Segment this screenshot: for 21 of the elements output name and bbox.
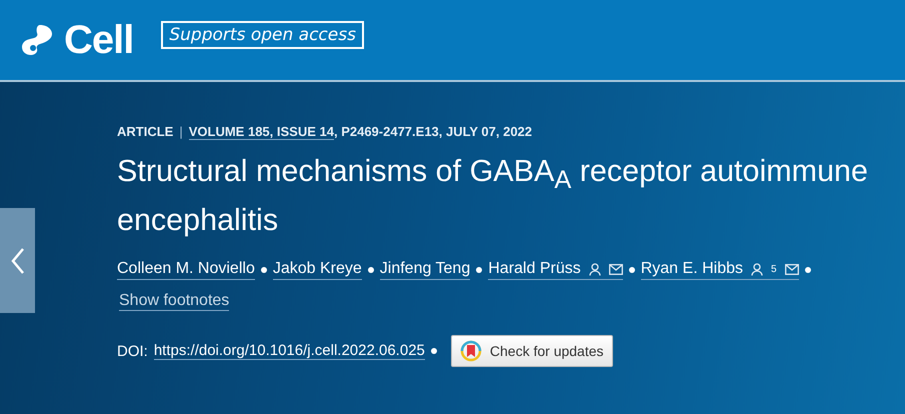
mail-icon[interactable]: [608, 264, 623, 275]
logo-text[interactable]: Cell: [64, 18, 134, 62]
check-updates-button[interactable]: Check for updates: [450, 335, 613, 368]
author-link[interactable]: Harald Prüss: [488, 260, 623, 280]
mail-icon[interactable]: [784, 264, 799, 275]
show-footnotes-link[interactable]: Show footnotes: [119, 292, 230, 312]
author-link[interactable]: Jakob Kreye: [272, 260, 362, 280]
author-link[interactable]: Colleen M. Noviello: [117, 260, 255, 280]
doi-label: DOI:: [117, 342, 148, 360]
logo-icon: [20, 23, 54, 57]
author-link[interactable]: Jinfeng Teng: [380, 260, 470, 280]
doi-link[interactable]: https://doi.org/10.1016/j.cell.2022.06.025: [154, 342, 425, 360]
bookmark-icon: [460, 340, 482, 362]
citation-text: VOLUME 185, ISSUE 14, P2469-2477.E13, JULY 07, 2022: [188, 124, 532, 139]
open-access-badge: Supports open access: [161, 21, 364, 49]
person-icon[interactable]: [588, 262, 601, 276]
separator: |: [179, 124, 183, 139]
person-icon[interactable]: [750, 262, 763, 276]
article-title: Structural mechanisms of GABA$_{A}$ receptor autoimmune encephalitis: [117, 153, 869, 240]
chevron-left-icon: [10, 246, 24, 274]
article-type: ARTICLE: [117, 124, 174, 139]
